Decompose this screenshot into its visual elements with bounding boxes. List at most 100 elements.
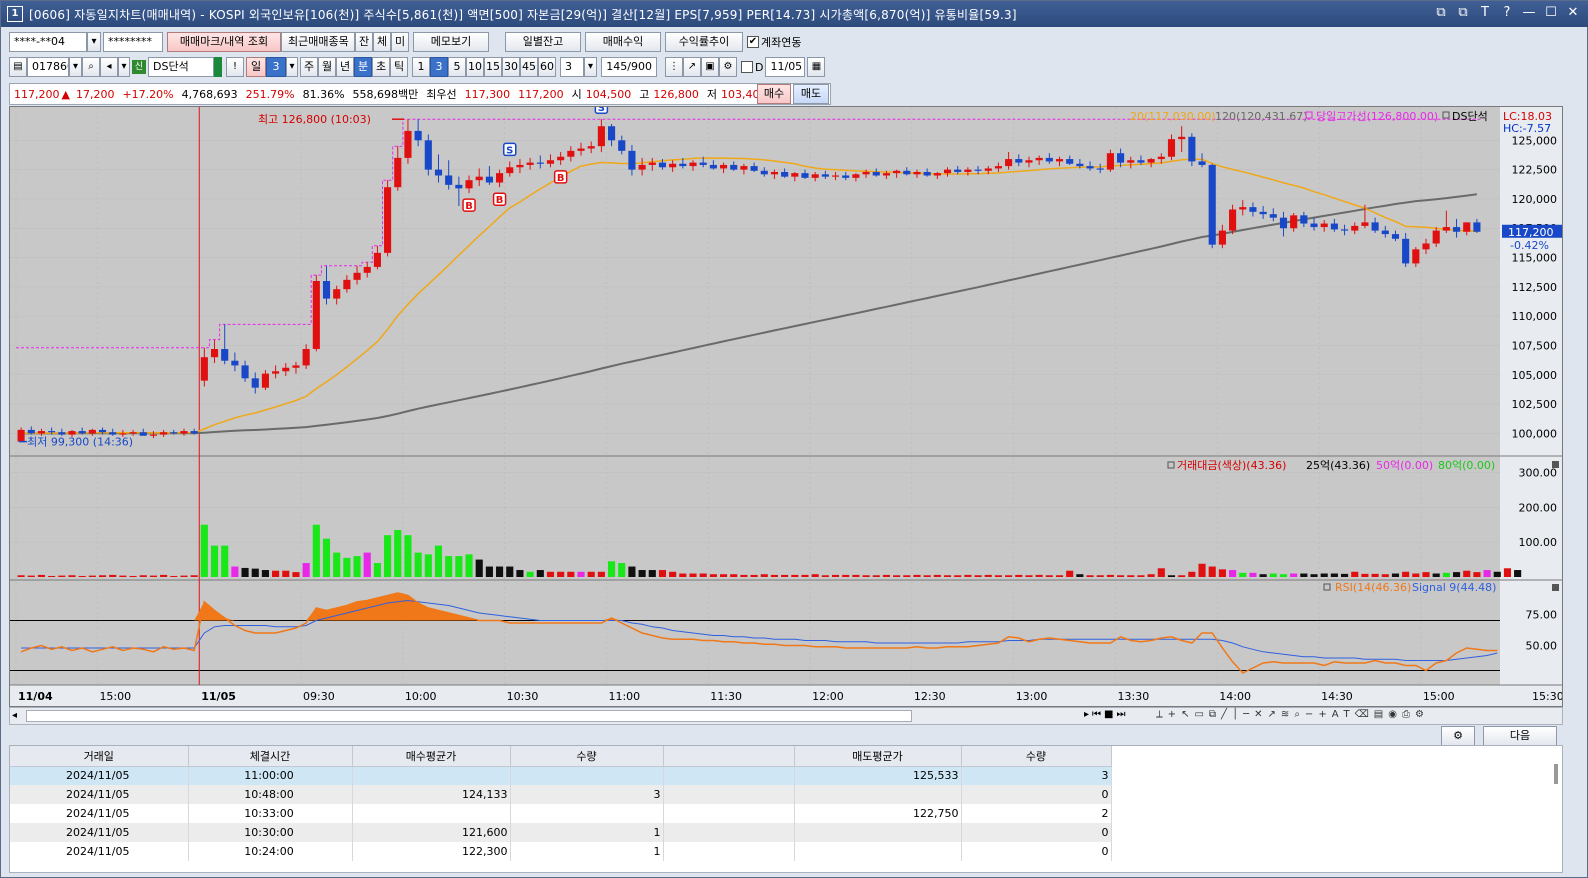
ruler-icon[interactable]: ⟂ [1156, 709, 1163, 720]
col-exec-time[interactable]: 체결시간 [188, 746, 353, 767]
stock-name-dropdown-icon[interactable] [214, 57, 222, 77]
interval-5-button[interactable]: 5 [448, 57, 466, 77]
stock-code-input[interactable]: 017860 [27, 57, 69, 77]
col-trade-date[interactable]: 거래일 [10, 746, 189, 767]
restore-icon[interactable]: ⧉ [1433, 5, 1449, 21]
chart-scrollbar[interactable]: ◂ ▸ ⏮ ■ ⏭ ⟂ + ↖ ▭ ⧉ ╱ │ ─ ✕ ↗ ≋ ⌕ − + A … [9, 707, 1563, 725]
font-size-icon[interactable]: T [1344, 709, 1350, 720]
layout-icon[interactable]: ▤ [1374, 709, 1383, 720]
period-dropdown-icon[interactable]: ▾ [286, 57, 298, 77]
cursor-icon[interactable]: ↖ [1181, 709, 1189, 720]
table-row[interactable]: 2024/11/05 10:33:00 122,750 2 [10, 804, 1112, 823]
period-month-button[interactable]: 월 [318, 57, 336, 77]
table-row[interactable]: 2024/11/05 11:00:00 125,533 3 [10, 766, 1112, 785]
period-week-button[interactable]: 주 [300, 57, 318, 77]
check-icon[interactable]: ✔ [747, 36, 759, 48]
interval-3-button[interactable]: 3 [430, 57, 448, 77]
date-input[interactable]: 11/05 [765, 57, 806, 77]
unexecuted-button[interactable]: 미 [391, 32, 409, 52]
calendar-icon[interactable]: ▦ [807, 57, 826, 77]
window-number-icon[interactable]: 1 [7, 6, 23, 22]
stop-icon[interactable]: ■ [1104, 709, 1113, 720]
daily-balance-button[interactable]: 일별잔고 [505, 32, 581, 52]
password-input[interactable]: ******** [103, 32, 163, 52]
candle-count-field[interactable]: 145/900 [601, 57, 657, 77]
scroll-thumb[interactable] [26, 710, 912, 722]
forward-icon[interactable]: ⏭ [1116, 709, 1125, 720]
interval-10-button[interactable]: 10 [466, 57, 484, 77]
text-icon[interactable]: A [1332, 709, 1339, 720]
account-link-checkbox[interactable]: ✔ 계좌연동 [747, 34, 801, 50]
rewind-icon[interactable]: ⏮ [1092, 709, 1101, 720]
account-dropdown-icon[interactable]: ▾ [87, 32, 101, 52]
interval-45-button[interactable]: 45 [520, 57, 538, 77]
return-trend-button[interactable]: 수익률추이 [665, 32, 743, 52]
fib-icon[interactable]: ≋ [1281, 709, 1289, 720]
gear-icon[interactable]: ⚙ [719, 57, 737, 77]
chart-svg[interactable]: BSBBS 125,000122,500120,000117,500115,00… [10, 107, 1562, 706]
vline-icon[interactable]: │ [1232, 709, 1238, 720]
interval-60-button[interactable]: 60 [538, 57, 556, 77]
crosshair-icon[interactable]: + [1168, 709, 1176, 720]
maximize-icon[interactable]: ☐ [1543, 5, 1559, 21]
col-sell-avg[interactable]: 매도평균가 [794, 746, 962, 767]
date-checkbox[interactable] [741, 61, 753, 73]
settings-icon[interactable]: ⚙ [1415, 709, 1424, 720]
search-icon[interactable]: ⌕ [82, 57, 100, 77]
stock-name-field[interactable]: DS단석 [148, 57, 214, 77]
trend-line-icon[interactable]: ╱ [1221, 709, 1227, 720]
select-icon[interactable]: ▭ [1194, 709, 1203, 720]
interval-30-button[interactable]: 30 [502, 57, 520, 77]
eraser-icon[interactable]: ⌫ [1355, 709, 1369, 720]
save-icon[interactable]: ▣ [701, 57, 719, 77]
hline-icon[interactable]: ─ [1243, 709, 1249, 720]
table-row[interactable]: 2024/11/05 10:48:00 124,133 3 0 [10, 785, 1112, 804]
period-tick-button[interactable]: 틱 [390, 57, 408, 77]
recent-stocks-button[interactable]: 최근매매종목 [281, 32, 355, 52]
executed-button[interactable]: 체 [373, 32, 391, 52]
account-input[interactable]: ****-**04 [9, 32, 87, 52]
table-row[interactable]: 2024/11/05 10:24:00 122,300 1 0 [10, 842, 1112, 861]
cross-icon[interactable]: ✕ [1254, 709, 1262, 720]
minus-icon[interactable]: − [1305, 709, 1313, 720]
col-blank[interactable] [663, 746, 795, 767]
period-second-button[interactable]: 초 [372, 57, 390, 77]
buy-button[interactable]: 매수 [757, 84, 791, 104]
table-settings-gear-icon[interactable]: ⚙ [1441, 726, 1475, 746]
alert-button[interactable]: ! [226, 57, 244, 77]
arrow-icon[interactable]: ↗ [1268, 709, 1276, 720]
close-icon[interactable]: ✕ [1565, 5, 1581, 21]
period-day-button[interactable]: 일 [246, 57, 266, 77]
interval-15-button[interactable]: 15 [484, 57, 502, 77]
copy-window-icon[interactable]: ⧉ [1455, 5, 1471, 21]
rsi-pane-toggle-icon[interactable] [1552, 584, 1559, 591]
plus-icon[interactable]: + [1318, 709, 1326, 720]
marker-query-button[interactable]: 매매마크/내역 조회 [167, 32, 281, 52]
minimize-icon[interactable]: — [1521, 5, 1537, 21]
period-minute-button[interactable]: 분 [354, 57, 372, 77]
speaker-dropdown-icon[interactable]: ▾ [118, 57, 130, 77]
palette-icon[interactable]: ◉ [1388, 709, 1397, 720]
code-dropdown-icon[interactable]: ▾ [69, 57, 82, 77]
speaker-icon[interactable]: ◂ [100, 57, 118, 77]
stock-list-icon[interactable]: ▤ [9, 57, 27, 77]
draw-tools-icon[interactable]: ⋮ [665, 57, 683, 77]
period-year-button[interactable]: 년 [336, 57, 354, 77]
sell-button[interactable]: 매도 [793, 84, 829, 104]
col-buy-avg[interactable]: 매수평균가 [352, 746, 511, 767]
zoom-icon[interactable]: ⌕ [1294, 709, 1300, 720]
custom-interval-dropdown-icon[interactable]: ▾ [584, 57, 597, 77]
next-button[interactable]: 다음 [1483, 726, 1557, 746]
scroll-left-icon[interactable]: ◂ [12, 710, 17, 721]
col-buy-qty[interactable]: 수량 [510, 746, 664, 767]
col-sell-qty[interactable]: 수량 [961, 746, 1112, 767]
table-row[interactable]: 2024/11/05 10:30:00 121,600 1 0 [10, 823, 1112, 842]
copy-icon[interactable]: ⧉ [1209, 709, 1216, 720]
custom-interval-input[interactable]: 3 [560, 57, 584, 77]
volume-pane[interactable] [10, 457, 1500, 579]
help-icon[interactable]: ? [1499, 5, 1515, 21]
trade-profit-button[interactable]: 매매수익 [585, 32, 661, 52]
period-number-button[interactable]: 3 [266, 57, 286, 77]
interval-1-button[interactable]: 1 [412, 57, 430, 77]
vol-pane-toggle-icon[interactable] [1552, 461, 1559, 468]
